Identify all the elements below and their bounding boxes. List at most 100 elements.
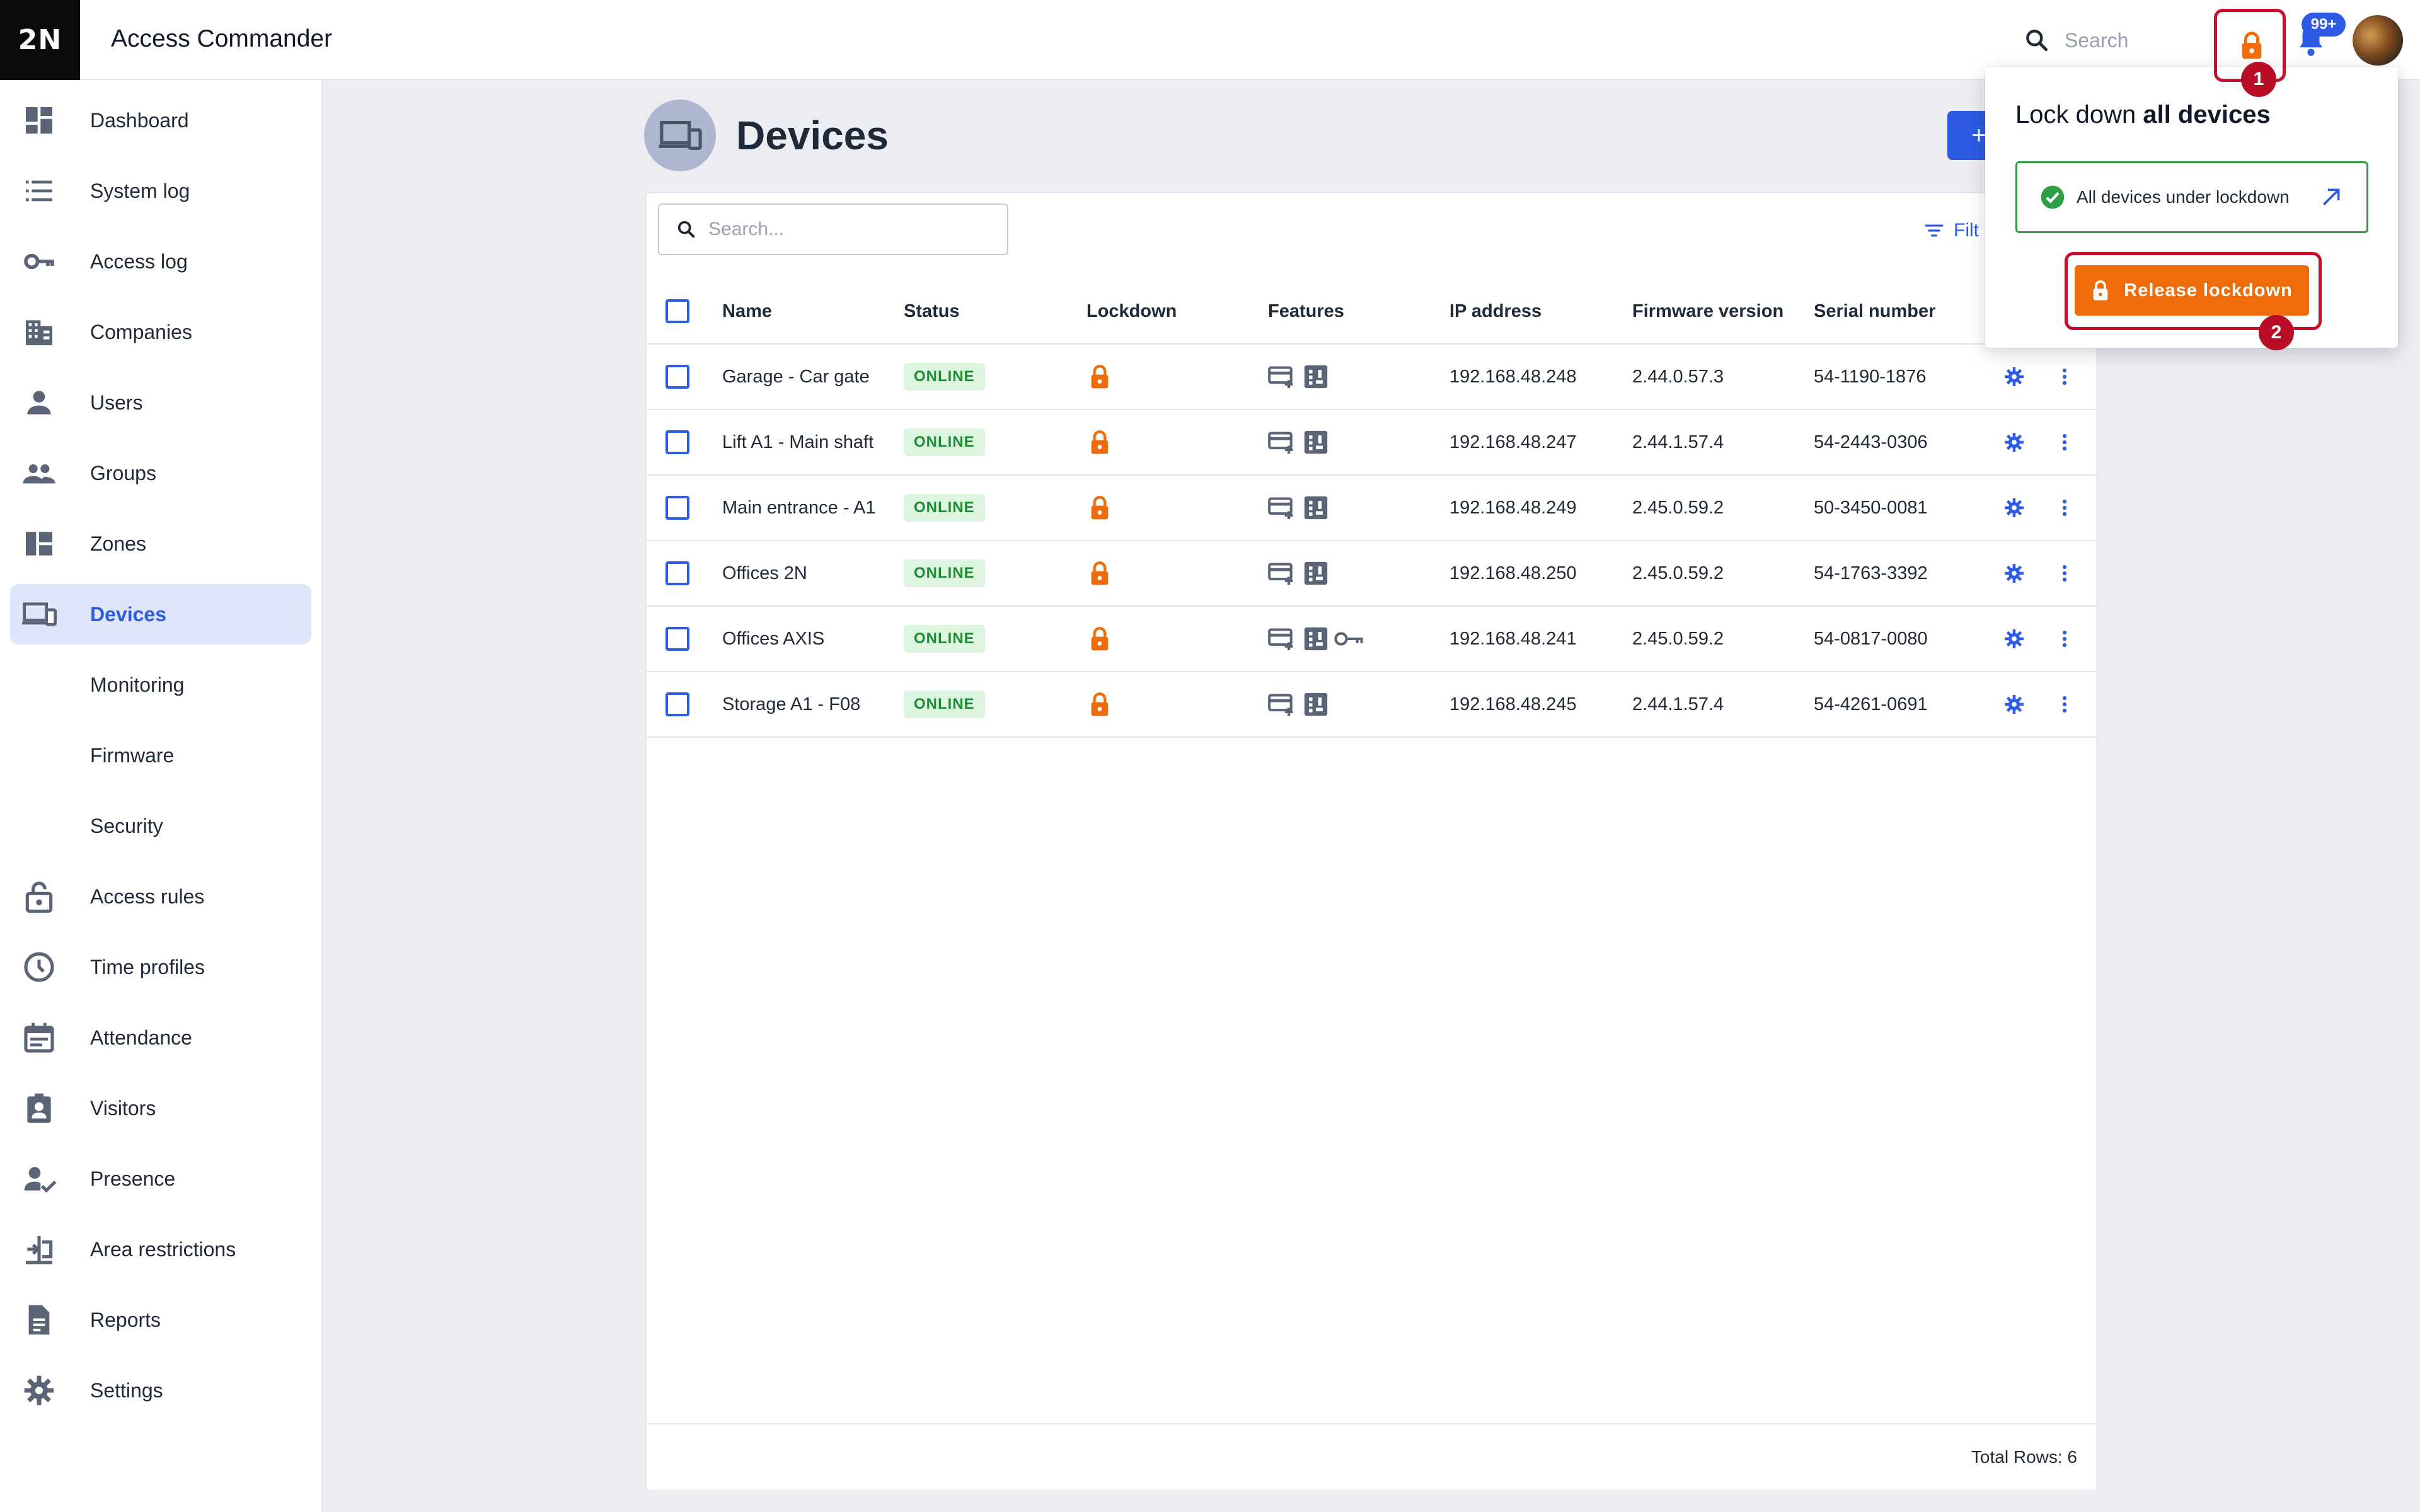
sidebar-item-settings[interactable]: Settings — [10, 1360, 311, 1421]
devices-icon — [659, 120, 702, 151]
sidebar-item-attendance[interactable]: Attendance — [10, 1007, 311, 1068]
device-name[interactable]: Lift A1 - Main shaft — [722, 410, 873, 474]
sidebar-item-firmware[interactable]: Firmware — [10, 725, 311, 786]
row-checkbox[interactable] — [666, 430, 689, 454]
global-search-placeholder: Search — [2065, 28, 2129, 52]
device-name[interactable]: Storage A1 - F08 — [722, 672, 860, 736]
lockdown-lock-icon — [1091, 430, 1109, 454]
column-header-serial[interactable]: Serial number — [1814, 279, 1935, 343]
table-row[interactable]: Lift A1 - Main shaft ONLINE 192.168.48.247… — [647, 410, 2096, 476]
search-input[interactable] — [708, 219, 998, 240]
sidebar-item-label: System log — [90, 179, 190, 202]
open-external-arrow-icon[interactable] — [2319, 185, 2344, 210]
sidebar-item-label: Access rules — [90, 885, 205, 908]
sidebar-item-area-restrictions[interactable]: Area restrictions — [10, 1219, 311, 1280]
table-footer-divider — [647, 1423, 2096, 1424]
more-vertical-icon[interactable] — [2061, 366, 2068, 387]
more-vertical-icon[interactable] — [2061, 694, 2068, 715]
sidebar-item-reports[interactable]: Reports — [10, 1290, 311, 1350]
sidebar-item-dashboard[interactable]: Dashboard — [10, 90, 311, 151]
building-icon — [26, 320, 52, 345]
gear-icon[interactable] — [2003, 562, 2025, 585]
devices-table-card: Filt Name Status Lockdown Features IP ad… — [645, 192, 2097, 1491]
column-header-firmware[interactable]: Firmware version — [1632, 279, 1783, 343]
gear-icon[interactable] — [2003, 693, 2025, 716]
row-more-button[interactable] — [2061, 476, 2068, 540]
column-header-ip-address[interactable]: IP address — [1449, 279, 1541, 343]
row-checkbox[interactable] — [666, 627, 689, 651]
card-reader-icon — [1268, 628, 1293, 651]
features-cell — [1268, 345, 1331, 409]
row-checkbox[interactable] — [666, 496, 689, 520]
sidebar-item-visitors[interactable]: Visitors — [10, 1078, 311, 1138]
more-vertical-icon[interactable] — [2061, 628, 2068, 650]
sidebar-item-zones[interactable]: Zones — [10, 513, 311, 574]
sidebar-item-security[interactable]: Security — [10, 796, 311, 856]
more-vertical-icon[interactable] — [2061, 432, 2068, 453]
row-settings-button[interactable] — [2003, 672, 2025, 736]
row-checkbox[interactable] — [666, 692, 689, 716]
app-logo[interactable]: 2N — [0, 0, 80, 80]
column-header-features[interactable]: Features — [1268, 279, 1344, 343]
gear-icon[interactable] — [2003, 431, 2025, 454]
more-vertical-icon[interactable] — [2061, 497, 2068, 518]
ip-address: 192.168.48.245 — [1449, 694, 1577, 714]
table-row[interactable]: Garage - Car gate ONLINE 192.168.48.248 2.4… — [647, 345, 2096, 410]
device-name[interactable]: Offices AXIS — [722, 607, 824, 671]
row-more-button[interactable] — [2061, 410, 2068, 474]
filter-button[interactable]: Filt — [1922, 219, 1979, 243]
row-more-button[interactable] — [2061, 541, 2068, 605]
row-settings-button[interactable] — [2003, 345, 2025, 409]
row-checkbox[interactable] — [666, 365, 689, 389]
sidebar-item-label: Security — [90, 814, 163, 837]
clock-icon — [24, 952, 54, 982]
more-vertical-icon[interactable] — [2061, 563, 2068, 584]
card-reader-icon — [1268, 563, 1293, 585]
sidebar-item-label: Users — [90, 391, 143, 414]
key-icon — [24, 253, 54, 270]
column-header-name[interactable]: Name — [722, 279, 772, 343]
sidebar-item-devices[interactable]: Devices — [10, 584, 311, 644]
column-header-lockdown[interactable]: Lockdown — [1086, 279, 1177, 343]
sidebar-item-access-rules[interactable]: Access rules — [10, 866, 311, 927]
row-settings-button[interactable] — [2003, 607, 2025, 671]
sidebar-item-system-log[interactable]: System log — [10, 161, 311, 221]
device-name[interactable]: Garage - Car gate — [722, 345, 870, 409]
row-settings-button[interactable] — [2003, 541, 2025, 605]
column-header-status[interactable]: Status — [904, 279, 960, 343]
table-row[interactable]: Offices 2N ONLINE 192.168.48.250 2.45.0.59.… — [647, 541, 2096, 607]
check-circle-icon — [2041, 185, 2065, 209]
sidebar-item-presence[interactable]: Presence — [10, 1148, 311, 1209]
sidebar-item-users[interactable]: Users — [10, 372, 311, 433]
gear-icon[interactable] — [2003, 496, 2025, 519]
sidebar-item-groups[interactable]: Groups — [10, 443, 311, 503]
row-settings-button[interactable] — [2003, 476, 2025, 540]
sidebar-item-companies[interactable]: Companies — [10, 302, 311, 362]
table-row[interactable]: Storage A1 - F08 ONLINE 192.168.48.245 2.44… — [647, 672, 2096, 738]
serial-number: 54-2443-0306 — [1814, 432, 1928, 452]
gear-icon[interactable] — [2003, 365, 2025, 388]
status-badge: ONLINE — [904, 494, 985, 522]
row-more-button[interactable] — [2061, 345, 2068, 409]
sidebar-item-access-log[interactable]: Access log — [10, 231, 311, 292]
sidebar-item-monitoring[interactable]: Monitoring — [10, 655, 311, 715]
lockdown-status: All devices under lockdown — [2015, 161, 2368, 233]
table-row[interactable]: Main entrance - A1 ONLINE 192.168.48.249 2.… — [647, 476, 2096, 541]
table-search[interactable] — [658, 203, 1008, 255]
ip-address: 192.168.48.241 — [1449, 628, 1577, 649]
select-all-checkbox[interactable] — [666, 299, 689, 323]
keypad-icon — [1304, 627, 1328, 651]
lockdown-lock-icon — [1091, 365, 1109, 389]
table-header: Name Status Lockdown Features IP address… — [647, 279, 2096, 345]
row-checkbox[interactable] — [666, 561, 689, 585]
user-avatar[interactable] — [2353, 15, 2403, 66]
gear-icon[interactable] — [2003, 627, 2025, 650]
row-more-button[interactable] — [2061, 607, 2068, 671]
row-settings-button[interactable] — [2003, 410, 2025, 474]
sidebar-item-time-profiles[interactable]: Time profiles — [10, 937, 311, 997]
row-more-button[interactable] — [2061, 672, 2068, 736]
device-name[interactable]: Offices 2N — [722, 541, 807, 605]
global-search[interactable]: Search — [2023, 24, 2128, 57]
device-name[interactable]: Main entrance - A1 — [722, 476, 875, 540]
table-row[interactable]: Offices AXIS ONLINE 192.168.48.241 2.45.0.5… — [647, 607, 2096, 672]
